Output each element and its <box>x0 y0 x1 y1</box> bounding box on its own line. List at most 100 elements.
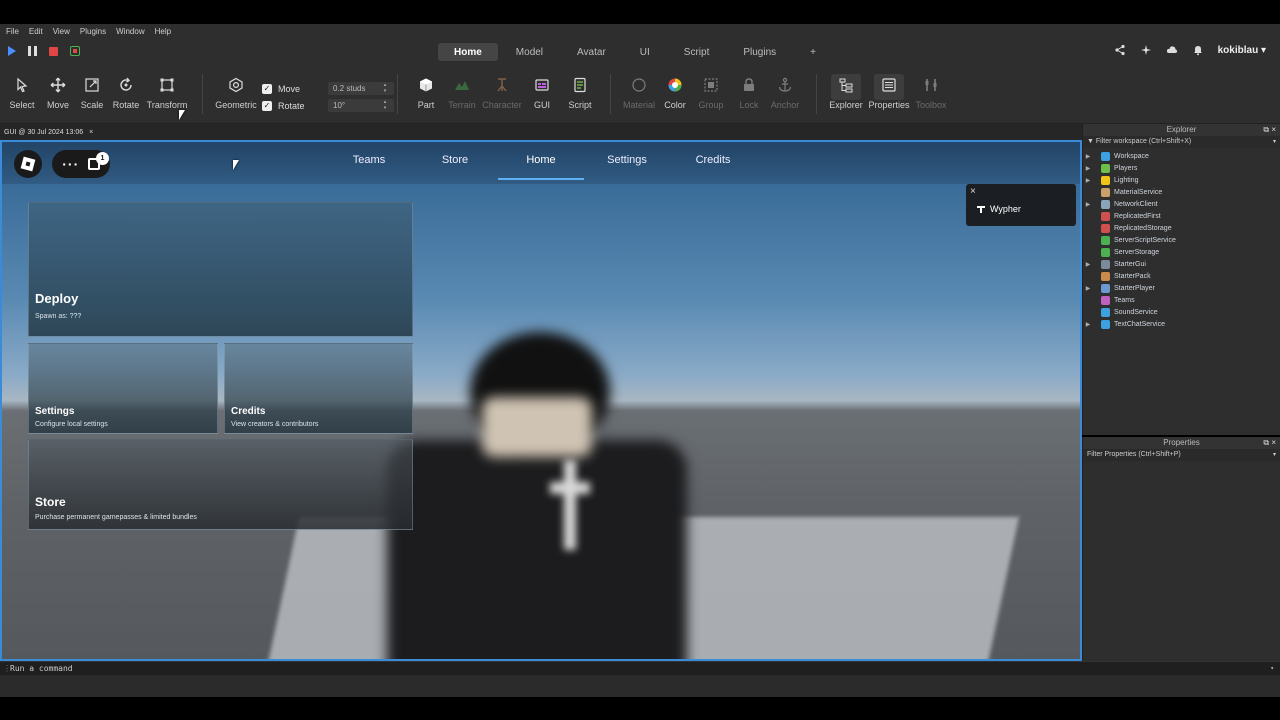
terrain-label: Terrain <box>448 100 476 110</box>
gui-icon <box>533 76 551 94</box>
menu-file[interactable]: File <box>6 27 19 36</box>
move-snap-input[interactable]: 0.2 studs <box>328 82 394 95</box>
explorer-filter[interactable]: ▼ Filter workspace (Ctrl+Shift+X) ▾ <box>1083 136 1280 148</box>
character-button[interactable]: Character <box>480 76 524 110</box>
explorer-toggle-button[interactable]: Explorer <box>824 76 868 110</box>
panel-controls[interactable]: ⧉ × <box>1263 437 1276 449</box>
explorer-item[interactable]: ▶ Workspace <box>1083 150 1280 162</box>
menu-plugins[interactable]: Plugins <box>80 27 106 36</box>
explorer-item[interactable]: ▶ StarterGui <box>1083 258 1280 270</box>
terrain-button[interactable]: Terrain <box>440 76 484 110</box>
notification-bell-icon[interactable] <box>1192 44 1204 56</box>
tab-plugins[interactable]: Plugins <box>727 43 792 61</box>
tab-avatar[interactable]: Avatar <box>561 43 622 61</box>
anchor-icon <box>776 76 794 94</box>
script-button[interactable]: Script <box>558 76 602 110</box>
explorer-item[interactable]: ServerStorage <box>1083 246 1280 258</box>
explorer-item[interactable]: ▶ StarterPlayer <box>1083 282 1280 294</box>
client-server-toggle-icon[interactable] <box>70 46 80 56</box>
expand-arrow-icon[interactable]: ▶ <box>1083 201 1093 208</box>
command-bar[interactable]: ⋮ Run a command ▾ <box>0 661 1280 675</box>
toolbar-divider <box>610 74 611 114</box>
service-icon <box>1101 259 1110 269</box>
tab-home[interactable]: Home <box>438 43 498 61</box>
menu-view[interactable]: View <box>53 27 70 36</box>
terrain-icon <box>453 76 471 94</box>
material-label: Material <box>622 100 655 110</box>
nav-store[interactable]: Store <box>412 142 498 180</box>
document-tab[interactable]: GUI @ 30 Jul 2024 13:06 × <box>4 126 93 138</box>
more-icon[interactable]: ··· <box>62 156 79 172</box>
explorer-item[interactable]: MaterialService <box>1083 186 1280 198</box>
explorer-item[interactable]: ▶ Lighting <box>1083 174 1280 186</box>
deploy-card[interactable]: Deploy Spawn as: ??? <box>28 202 413 337</box>
explorer-item[interactable]: StarterPack <box>1083 270 1280 282</box>
anchor-button[interactable]: Anchor <box>763 76 807 110</box>
explorer-item[interactable]: ▶ Players <box>1083 162 1280 174</box>
expand-arrow-icon[interactable]: ▶ <box>1083 261 1093 268</box>
service-icon <box>1101 283 1110 293</box>
tab-script[interactable]: Script <box>668 43 726 61</box>
transform-tool[interactable]: Transform <box>145 76 189 110</box>
properties-filter[interactable]: Filter Properties (Ctrl+Shift+P) ▾ <box>1083 449 1280 461</box>
tab-model[interactable]: Model <box>500 43 559 61</box>
play-icon[interactable] <box>8 46 16 56</box>
credits-card[interactable]: Credits View creators & contributors <box>224 343 413 434</box>
properties-toggle-button[interactable]: Properties <box>867 76 911 110</box>
menu-help[interactable]: Help <box>155 27 171 36</box>
explorer-item[interactable]: ReplicatedFirst <box>1083 210 1280 222</box>
expand-arrow-icon[interactable]: ▶ <box>1083 285 1093 292</box>
toolbox-button[interactable]: Toolbox <box>909 76 953 110</box>
nav-settings[interactable]: Settings <box>584 142 670 180</box>
part-cube-icon <box>417 76 435 94</box>
explorer-item[interactable]: SoundService <box>1083 306 1280 318</box>
explorer-item[interactable]: ▶ TextChatService <box>1083 318 1280 330</box>
store-subtitle: Purchase permanent gamepasses & limited … <box>35 514 197 521</box>
expand-arrow-icon[interactable]: ▶ <box>1083 165 1093 172</box>
explorer-tree-icon <box>837 76 855 94</box>
store-card[interactable]: Store Purchase permanent gamepasses & li… <box>28 439 413 530</box>
menu-edit[interactable]: Edit <box>29 27 43 36</box>
nav-teams[interactable]: Teams <box>326 142 412 180</box>
rotate-snap-input[interactable]: 10° <box>328 99 394 112</box>
deploy-subtitle: Spawn as: ??? <box>35 313 82 320</box>
explorer-item[interactable]: ReplicatedStorage <box>1083 222 1280 234</box>
script-icon <box>571 76 589 94</box>
explorer-item[interactable]: Teams <box>1083 294 1280 306</box>
3d-viewport[interactable]: ··· 1 Teams Store Home Settings Credits … <box>0 140 1082 661</box>
explorer-item-label: Lighting <box>1114 176 1139 184</box>
credits-title: Credits <box>231 406 266 417</box>
chevron-down-icon[interactable]: ▾ <box>1273 136 1276 148</box>
cloud-icon[interactable] <box>1166 44 1178 56</box>
tab-ui[interactable]: UI <box>624 43 666 61</box>
collaborate-icon[interactable] <box>1140 44 1152 56</box>
share-icon[interactable] <box>1114 44 1126 56</box>
expand-arrow-icon[interactable]: ▶ <box>1083 177 1093 184</box>
close-icon[interactable]: × <box>970 186 976 197</box>
properties-filter-placeholder: Filter Properties (Ctrl+Shift+P) <box>1087 451 1181 458</box>
service-icon <box>1101 247 1110 257</box>
move-snap-checkbox[interactable]: ✓ <box>262 83 272 94</box>
chevron-down-icon[interactable]: ▾ <box>1273 449 1276 461</box>
explorer-item[interactable]: ▶ NetworkClient <box>1083 198 1280 210</box>
geometric-mode-dropdown[interactable]: Geometric <box>214 76 258 110</box>
tab-add[interactable]: + <box>794 43 832 61</box>
chevron-down-icon[interactable]: ▾ <box>1270 662 1274 675</box>
menu-window[interactable]: Window <box>116 27 144 36</box>
explorer-item[interactable]: ServerScriptService <box>1083 234 1280 246</box>
expand-arrow-icon[interactable]: ▶ <box>1083 153 1093 160</box>
explorer-item-label: StarterPlayer <box>1114 284 1155 292</box>
stop-icon[interactable] <box>49 46 58 56</box>
panel-controls[interactable]: ⧉ × <box>1263 124 1276 136</box>
expand-arrow-icon[interactable]: ▶ <box>1083 321 1093 328</box>
close-icon[interactable]: × <box>89 129 93 136</box>
rotate-tool[interactable]: Rotate <box>104 76 148 110</box>
nav-credits[interactable]: Credits <box>670 142 756 180</box>
nav-home[interactable]: Home <box>498 142 584 180</box>
rotate-snap-checkbox[interactable]: ✓ <box>262 100 272 111</box>
user-menu[interactable]: kokiblau ▾ <box>1218 45 1266 56</box>
player-toast: × Wypher <box>966 184 1076 226</box>
roblox-menu-icon[interactable] <box>14 150 42 178</box>
settings-card[interactable]: Settings Configure local settings <box>28 343 218 434</box>
pause-icon[interactable] <box>28 46 37 56</box>
